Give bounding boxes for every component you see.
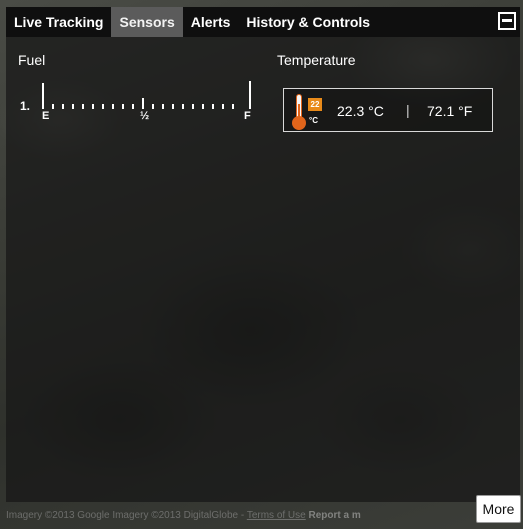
attribution-text: Imagery ©2013 Google Imagery ©2013 Digit…: [6, 510, 245, 521]
minimize-icon[interactable]: [498, 12, 516, 30]
gauge-tick: [112, 104, 114, 109]
tab-live-tracking[interactable]: Live Tracking: [6, 7, 111, 37]
temperature-readout: 22 °C 22.3 °C | 72.1 °F: [283, 88, 493, 132]
gauge-half-label: ½: [140, 110, 150, 122]
temperature-badge-unit: °C: [309, 116, 318, 125]
gauge-tick: [132, 104, 134, 109]
fuel-sensor-index: 1.: [20, 99, 31, 113]
gauge-tick: [212, 104, 214, 109]
terms-of-use-link[interactable]: Terms of Use: [247, 510, 306, 521]
temperature-label: Temperature: [277, 52, 356, 68]
gauge-half-mark: [142, 98, 144, 109]
temperature-fahrenheit: 72.1 °F: [427, 103, 473, 119]
thermometer-icon: [292, 94, 308, 130]
gauge-tick: [162, 104, 164, 109]
gauge-tick: [232, 104, 234, 109]
tab-bar: Live Tracking Sensors Alerts History & C…: [6, 7, 520, 37]
temperature-separator: |: [406, 102, 410, 118]
tab-sensors[interactable]: Sensors: [111, 7, 183, 37]
gauge-tick: [202, 104, 204, 109]
tab-history-controls[interactable]: History & Controls: [238, 7, 378, 37]
sensor-panel: Live Tracking Sensors Alerts History & C…: [6, 7, 520, 502]
gauge-tick: [102, 104, 104, 109]
gauge-empty-mark: [42, 83, 44, 109]
gauge-empty-label: E: [42, 110, 50, 122]
gauge-tick: [52, 104, 54, 109]
gauge-full-mark: [249, 81, 251, 109]
gauge-tick: [192, 104, 194, 109]
gauge-tick: [172, 104, 174, 109]
fuel-gauge: E ½ F: [42, 81, 254, 123]
gauge-tick: [182, 104, 184, 109]
gauge-tick: [82, 104, 84, 109]
fuel-label: Fuel: [18, 52, 46, 68]
gauge-tick: [122, 104, 124, 109]
gauge-tick: [152, 104, 154, 109]
more-button[interactable]: More: [476, 495, 521, 523]
gauge-tick: [62, 104, 64, 109]
temperature-badge: 22: [308, 98, 322, 111]
gauge-full-label: F: [244, 110, 251, 122]
gauge-tick: [92, 104, 94, 109]
temperature-celsius: 22.3 °C: [337, 103, 384, 119]
report-map-error-link[interactable]: Report a m: [309, 510, 361, 521]
tab-alerts[interactable]: Alerts: [183, 7, 239, 37]
gauge-tick: [72, 104, 74, 109]
map-attribution: Imagery ©2013 Google Imagery ©2013 Digit…: [6, 510, 476, 521]
gauge-tick: [222, 104, 224, 109]
